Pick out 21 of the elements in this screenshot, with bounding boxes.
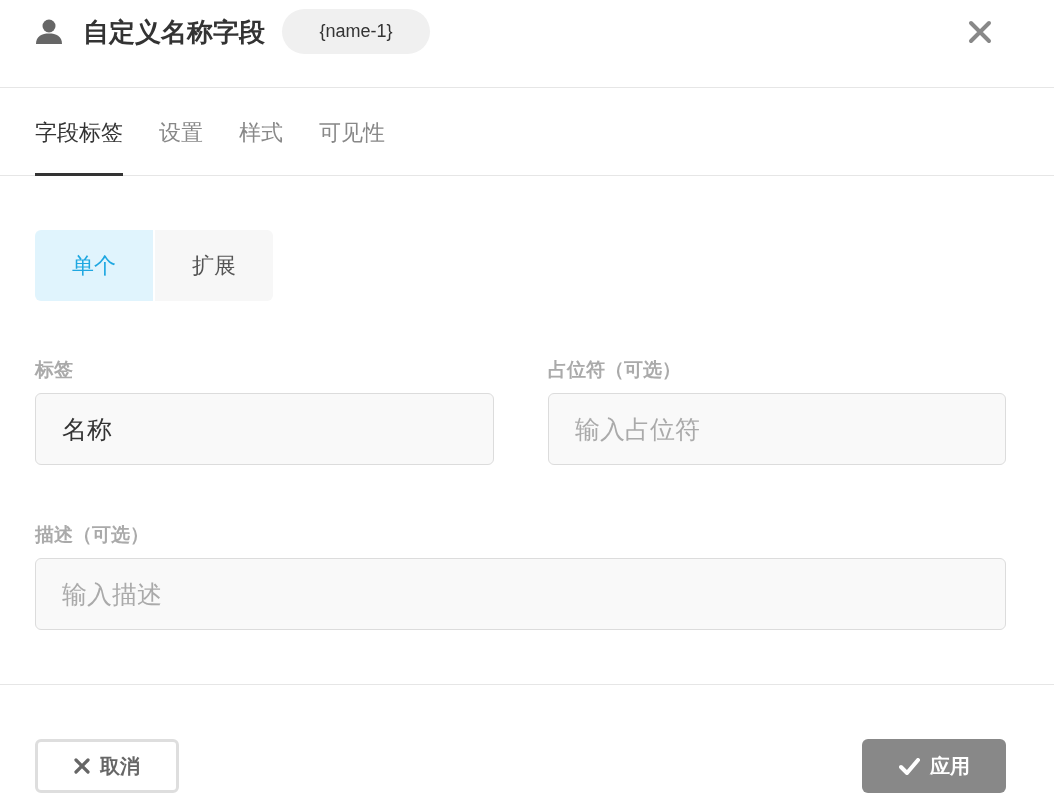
check-icon [898,757,920,775]
close-icon [968,19,992,44]
tab[interactable]: 设置 [159,88,203,176]
close-icon [74,758,90,774]
field-label: 描述（可选） [35,523,150,547]
toggle-option[interactable]: 单个 [35,230,153,301]
cancel-button[interactable]: 取消 [35,739,179,793]
toggle-option[interactable]: 扩展 [155,230,273,301]
text-field[interactable]: 名称 [35,393,494,465]
tab[interactable]: 样式 [239,88,283,176]
text-field[interactable]: 输入描述 [35,558,1006,630]
apply-button[interactable]: 应用 [862,739,1006,793]
tab[interactable]: 字段标签 [35,88,123,176]
field-label: 占位符（可选） [547,358,682,382]
text-field[interactable]: 输入占位符 [547,393,1006,465]
close-button[interactable] [968,19,992,44]
dialog-title: 自定义名称字段 [83,16,265,47]
field-label: 标签 [35,358,74,382]
field-id-badge: {name-1} [282,9,430,54]
user-icon [36,19,62,44]
tab[interactable]: 可见性 [319,88,385,176]
